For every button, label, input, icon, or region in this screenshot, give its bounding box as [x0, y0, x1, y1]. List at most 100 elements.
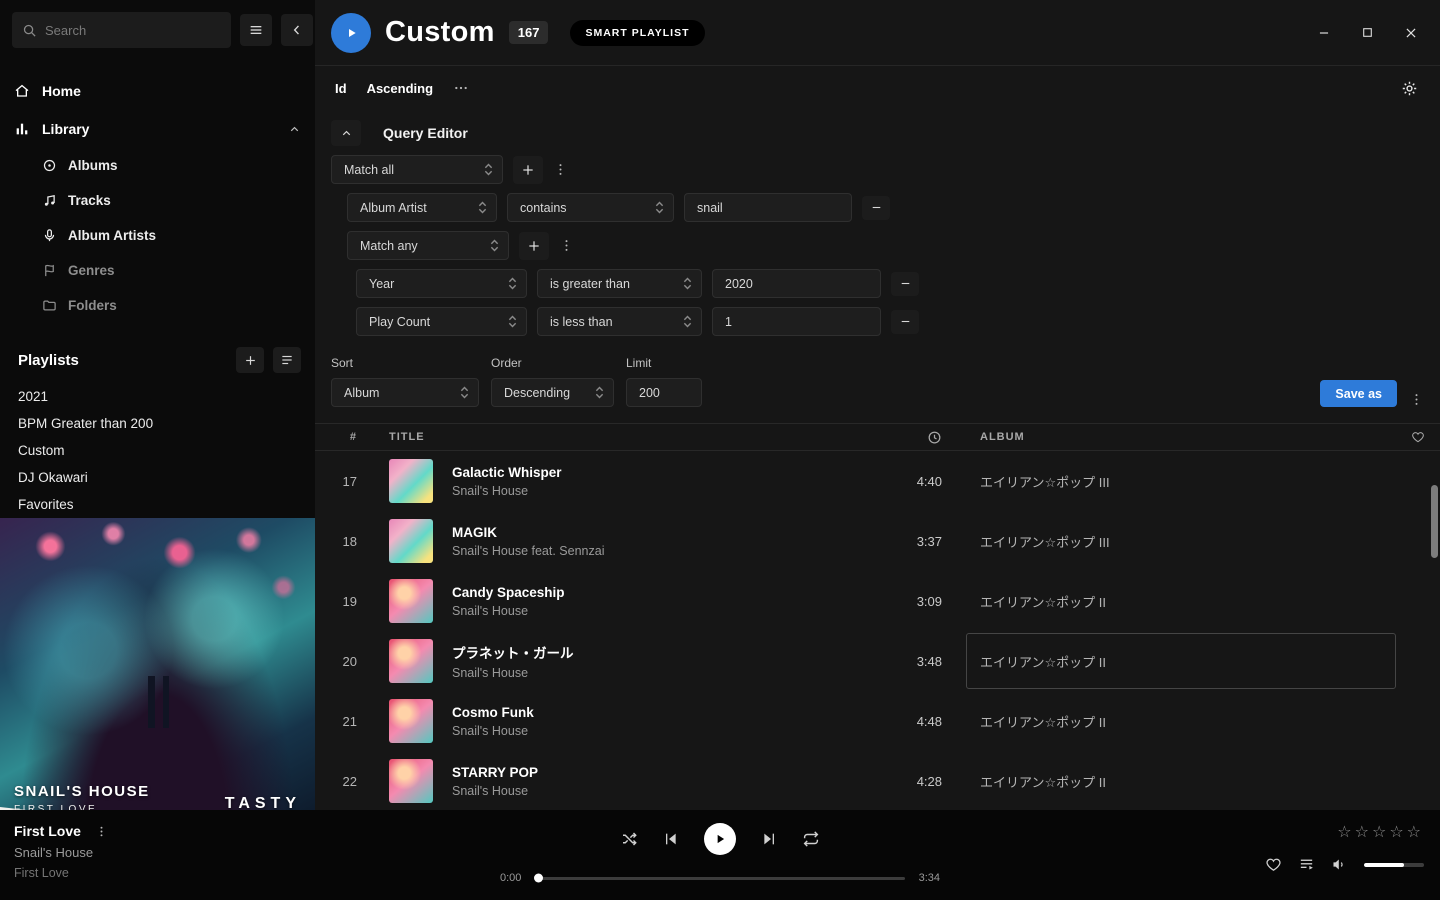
playlist-item[interactable]: BPM Greater than 200 — [0, 410, 315, 437]
sort-direction-button[interactable]: Ascending — [367, 81, 433, 96]
track-row[interactable]: 17 Galactic Whisper Snail's House 4:40 エ… — [315, 451, 1440, 511]
sidebar-item-folders[interactable]: Folders — [0, 288, 315, 323]
playlist-item[interactable]: Custom — [0, 437, 315, 464]
star-icon[interactable]: ☆ — [1337, 822, 1354, 841]
column-title[interactable]: TITLE — [371, 431, 886, 443]
sort-field-button[interactable]: Id — [335, 81, 347, 96]
rule-value-input[interactable] — [712, 307, 881, 336]
rule-operator-select[interactable]: is less than — [537, 307, 702, 336]
volume-button[interactable] — [1331, 856, 1348, 873]
add-playlist-button[interactable] — [236, 347, 264, 373]
sidebar-item-library[interactable]: Library — [0, 110, 315, 148]
volume-icon — [1331, 856, 1348, 873]
collapse-query-editor-button[interactable] — [331, 120, 361, 146]
minus-icon — [899, 315, 912, 328]
search-box[interactable] — [12, 12, 231, 48]
transport-controls — [620, 823, 820, 855]
scrollbar-thumb[interactable] — [1431, 485, 1438, 558]
previous-button[interactable] — [663, 831, 679, 847]
menu-button[interactable] — [240, 14, 272, 46]
rule-value-input[interactable] — [684, 193, 852, 222]
column-favorite[interactable] — [1396, 430, 1440, 444]
star-icon[interactable]: ☆ — [1355, 822, 1372, 841]
track-row[interactable]: 18 MAGIK Snail's House feat. Sennzai 3:3… — [315, 511, 1440, 571]
queue-button[interactable] — [1298, 856, 1315, 873]
sort-select[interactable]: Album — [331, 378, 479, 407]
track-album-cell[interactable]: エイリアン☆ポップ II — [966, 633, 1396, 689]
column-album[interactable]: ALBUM — [966, 431, 1396, 443]
close-button[interactable] — [1404, 26, 1418, 40]
group-menu-button[interactable] — [559, 238, 574, 253]
volume-slider[interactable] — [1364, 863, 1424, 867]
play-pause-button[interactable] — [704, 823, 736, 855]
order-select[interactable]: Descending — [491, 378, 614, 407]
remove-rule-button[interactable] — [862, 196, 890, 220]
next-button[interactable] — [761, 831, 777, 847]
save-as-button[interactable]: Save as — [1320, 380, 1397, 407]
rule-operator-select[interactable]: is greater than — [537, 269, 702, 298]
playlist-item[interactable]: Favorites — [0, 491, 315, 518]
more-options-button[interactable] — [453, 80, 469, 96]
column-duration[interactable] — [886, 430, 966, 445]
track-album-cell[interactable]: エイリアン☆ポップ II — [966, 753, 1396, 809]
column-index[interactable]: # — [315, 431, 371, 443]
artwork-text: SNAIL'S HOUSE FIRST LOVE — [14, 783, 150, 810]
music-note-icon — [42, 193, 57, 208]
minimize-button[interactable] — [1317, 26, 1331, 40]
settings-button[interactable] — [1401, 80, 1418, 97]
track-row[interactable]: 20 プラネット・ガール Snail's House 3:48 エイリアン☆ポッ… — [315, 631, 1440, 691]
remove-rule-button[interactable] — [891, 272, 919, 296]
query-menu-button[interactable] — [1409, 392, 1424, 407]
seek-bar[interactable] — [535, 877, 904, 880]
root-match-select[interactable]: Match all — [331, 155, 503, 184]
favorite-button[interactable] — [1265, 856, 1282, 873]
limit-input[interactable] — [626, 378, 702, 407]
sidebar-item-genres[interactable]: Genres — [0, 253, 315, 288]
plus-icon — [521, 163, 535, 177]
track-thumbnail — [389, 639, 433, 683]
kebab-icon — [559, 238, 574, 253]
track-row[interactable]: 22 STARRY POP Snail's House 4:28 エイリアン☆ポ… — [315, 751, 1440, 810]
playlist-list-button[interactable] — [273, 347, 301, 373]
chevron-up-icon[interactable] — [288, 123, 301, 136]
app-window: Home Library Albums Tracks Album Artists — [0, 0, 1440, 900]
star-icon[interactable]: ☆ — [1389, 822, 1406, 841]
rule-operator-select[interactable]: contains — [507, 193, 674, 222]
track-row[interactable]: 21 Cosmo Funk Snail's House 4:48 エイリアン☆ポ… — [315, 691, 1440, 751]
star-icon[interactable]: ☆ — [1372, 822, 1389, 841]
remove-rule-button[interactable] — [891, 310, 919, 334]
playlist-item[interactable]: DJ Okawari — [0, 464, 315, 491]
rule-field-select[interactable]: Year — [356, 269, 527, 298]
now-playing-menu-button[interactable] — [95, 825, 108, 838]
select-chevrons-icon — [478, 200, 487, 215]
track-album-cell[interactable]: エイリアン☆ポップ III — [966, 513, 1396, 569]
rule-field-select[interactable]: Album Artist — [347, 193, 497, 222]
rule-value-input[interactable] — [712, 269, 881, 298]
track-album-cell[interactable]: エイリアン☆ポップ II — [966, 573, 1396, 629]
play-playlist-button[interactable] — [331, 13, 371, 53]
sidebar-item-album-artists[interactable]: Album Artists — [0, 218, 315, 253]
shuffle-button[interactable] — [620, 830, 638, 848]
add-group-rule-button[interactable] — [519, 232, 549, 260]
track-album-cell[interactable]: エイリアン☆ポップ III — [966, 453, 1396, 509]
rule-field-select[interactable]: Play Count — [356, 307, 527, 336]
sidebar-item-tracks[interactable]: Tracks — [0, 183, 315, 218]
track-thumbnail — [389, 759, 433, 803]
root-group-menu-button[interactable] — [553, 162, 568, 177]
playlist-item[interactable]: 2021 — [0, 383, 315, 410]
rating-stars[interactable]: ☆☆☆☆☆ — [1337, 822, 1424, 841]
star-icon[interactable]: ☆ — [1407, 822, 1424, 841]
add-rule-button[interactable] — [513, 156, 543, 184]
nav-back-button[interactable] — [281, 14, 313, 46]
query-rule-row: Year is greater than — [356, 269, 1424, 298]
clock-icon — [927, 430, 942, 445]
track-row[interactable]: 19 Candy Spaceship Snail's House 3:09 エイ… — [315, 571, 1440, 631]
search-input[interactable] — [45, 23, 221, 38]
seek-knob[interactable] — [534, 874, 543, 883]
maximize-button[interactable] — [1361, 26, 1374, 39]
group-match-select[interactable]: Match any — [347, 231, 509, 260]
sidebar-item-home[interactable]: Home — [0, 72, 315, 110]
track-album-cell[interactable]: エイリアン☆ポップ II — [966, 693, 1396, 749]
sidebar-item-albums[interactable]: Albums — [0, 148, 315, 183]
repeat-button[interactable] — [802, 830, 820, 848]
